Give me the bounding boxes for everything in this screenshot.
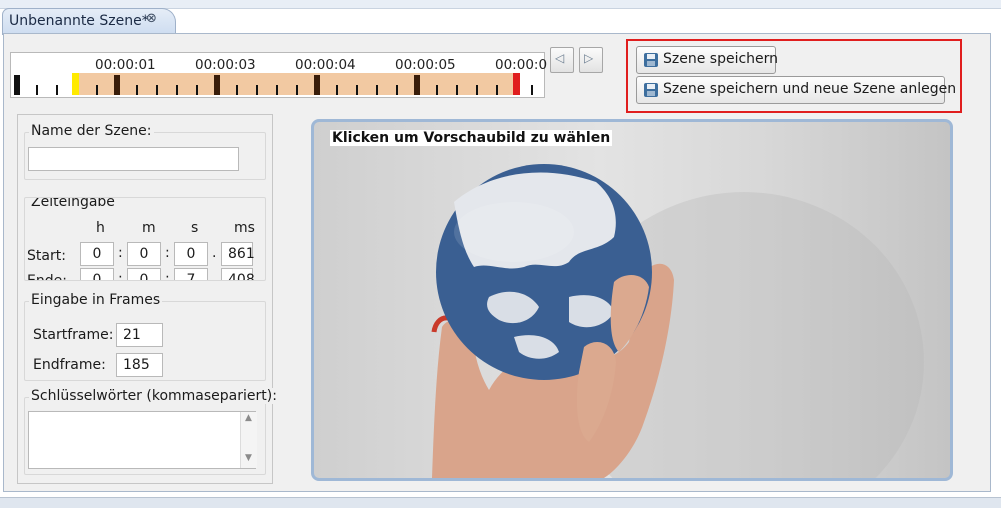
timeline-tick: [414, 75, 420, 95]
hours-header: h: [96, 220, 105, 236]
timeline-tick: [356, 85, 358, 95]
timeline-tick: [296, 85, 298, 95]
timeline-tick: [96, 85, 98, 95]
timeline-tick: [236, 85, 238, 95]
scene-name-label: Name der Szene:: [29, 123, 154, 139]
time-label: 00:00:01: [95, 57, 156, 73]
timeline-tick: [156, 85, 158, 95]
start-ms-input[interactable]: 861: [221, 242, 255, 266]
timeline-tick: [376, 85, 378, 95]
end-marker[interactable]: [513, 73, 520, 95]
jump-to-end-button[interactable]: ▷: [579, 47, 603, 73]
preview-hint-label: Klicken um Vorschaubild zu wählen: [330, 130, 613, 146]
timeline-tick: [276, 85, 278, 95]
timeline-tick: [214, 75, 220, 95]
timeline-tick: [36, 85, 38, 95]
scroll-down-icon[interactable]: ▼: [245, 453, 252, 463]
timeline-tick: [336, 85, 338, 95]
jump-to-end-icon: ▷: [584, 51, 594, 65]
floppy-disk-icon: [644, 83, 658, 97]
separator-dot: .: [212, 245, 217, 261]
timeline-tick: [56, 85, 58, 95]
time-input-label: Zeiteingabe: [29, 198, 117, 210]
jump-to-start-button[interactable]: ◁: [550, 47, 574, 73]
time-input-group: Zeiteingabe h m s ms Start: 0 : 0 : 0 . …: [24, 197, 266, 281]
timeline-tick: [531, 85, 533, 95]
start-hours-input[interactable]: 0: [80, 242, 114, 266]
timeline-tick: [456, 85, 458, 95]
keywords-group: Schlüsselwörter (kommasepariert): ▲ ▼: [24, 388, 279, 475]
start-marker[interactable]: [72, 73, 79, 95]
timeline-tick: [314, 75, 320, 95]
keywords-scrollbar[interactable]: ▲ ▼: [240, 412, 257, 468]
timeline-tick: [136, 85, 138, 95]
timeline-tick: [396, 85, 398, 95]
frame-input-label: Eingabe in Frames: [29, 292, 163, 308]
save-scene-label: Szene speichern: [663, 51, 779, 67]
time-label: 00:00:0: [495, 57, 548, 73]
endframe-label: Endframe:: [33, 357, 106, 373]
tab-scene[interactable]: Unbenannte Szene* ⊗: [2, 8, 176, 35]
jump-to-start-icon: ◁: [555, 51, 565, 65]
globe-in-hand-image: [431, 164, 924, 478]
separator-dot: .: [212, 271, 217, 281]
timeline-tick: [256, 85, 258, 95]
startframe-label: Startframe:: [33, 327, 114, 343]
separator-colon: :: [118, 271, 123, 281]
timeline-tick: [476, 85, 478, 95]
timeline-tick: [114, 75, 120, 95]
startframe-input[interactable]: 21: [116, 323, 163, 347]
scene-form: Name der Szene: Zeiteingabe h m s ms Sta…: [17, 114, 279, 484]
start-time-label: Start:: [27, 248, 66, 264]
milliseconds-header: ms: [234, 220, 255, 236]
timeline-tick: [436, 85, 438, 95]
scroll-up-icon[interactable]: ▲: [245, 413, 252, 423]
separator-colon: :: [165, 245, 170, 261]
timeline-tick: [14, 75, 20, 95]
end-hours-input[interactable]: 0: [80, 268, 114, 280]
end-seconds-input[interactable]: 7: [174, 268, 208, 280]
time-label: 00:00:05: [395, 57, 456, 73]
end-ms-input[interactable]: 408: [221, 268, 255, 280]
timeline[interactable]: 00:00:01 00:00:03 00:00:04 00:00:05 00:0…: [10, 52, 548, 98]
scene-name-group: Name der Szene:: [24, 123, 266, 180]
save-and-new-scene-button[interactable]: Szene speichern und neue Szene anlegen: [636, 76, 956, 104]
separator-colon: :: [118, 245, 123, 261]
start-minutes-input[interactable]: 0: [127, 242, 161, 266]
frame-input-group: Eingabe in Frames Startframe: 21 Endfram…: [24, 292, 266, 381]
window-bottom-strip: [0, 497, 1001, 508]
floppy-disk-icon: [644, 53, 658, 67]
tab-title: Unbenannte Szene*: [9, 13, 149, 29]
scene-name-input[interactable]: [28, 147, 239, 171]
time-label: 00:00:04: [295, 57, 356, 73]
save-scene-button[interactable]: Szene speichern: [636, 46, 779, 74]
minutes-header: m: [142, 220, 156, 236]
timeline-tick: [196, 85, 198, 95]
start-seconds-input[interactable]: 0: [174, 242, 208, 266]
time-label: 00:00:03: [195, 57, 256, 73]
keywords-label: Schlüsselwörter (kommasepariert):: [29, 388, 279, 404]
timeline-tick: [496, 85, 498, 95]
end-minutes-input[interactable]: 0: [127, 268, 161, 280]
end-time-label: Ende:: [27, 273, 67, 281]
separator-colon: :: [165, 271, 170, 281]
close-tab-icon[interactable]: ⊗: [146, 11, 157, 26]
seconds-header: s: [191, 220, 199, 236]
preview-thumbnail[interactable]: Klicken um Vorschaubild zu wählen: [311, 119, 953, 481]
endframe-input[interactable]: 185: [116, 353, 163, 377]
timeline-tick: [176, 85, 178, 95]
save-and-new-scene-label: Szene speichern und neue Szene anlegen: [663, 81, 957, 97]
keywords-textarea[interactable]: [28, 411, 256, 469]
